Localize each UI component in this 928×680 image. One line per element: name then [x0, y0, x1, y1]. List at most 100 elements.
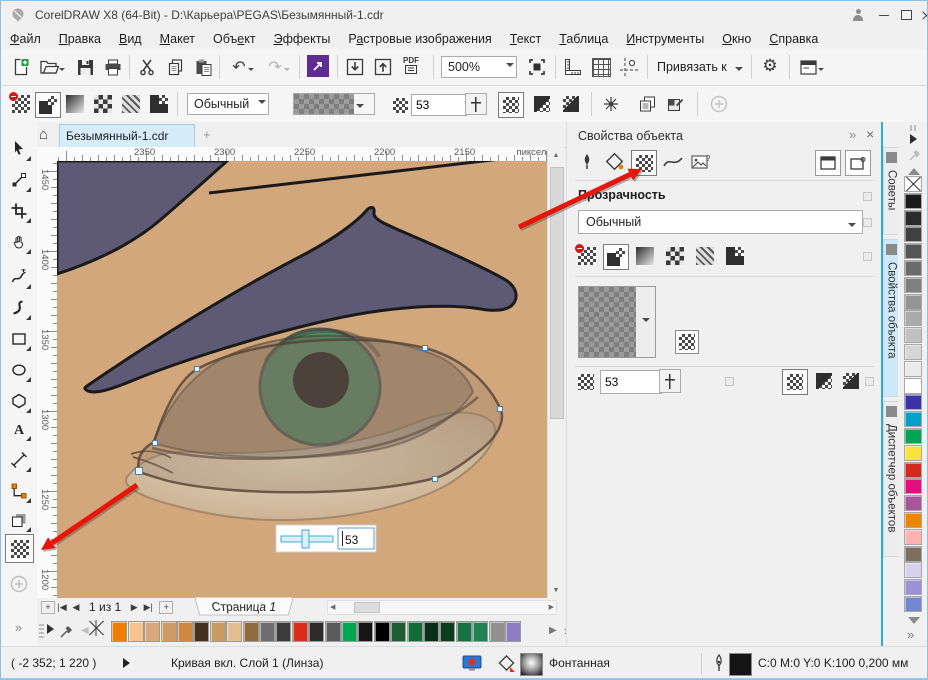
prev-page-button[interactable]: ◀ — [69, 600, 83, 614]
color-swatch[interactable] — [243, 621, 259, 642]
show-guidelines-button[interactable] — [617, 55, 641, 79]
print-button[interactable] — [101, 55, 125, 79]
menu-5[interactable]: Объект — [204, 29, 265, 49]
swatch-no-color[interactable] — [95, 620, 97, 636]
docker-transparency-value-input[interactable] — [600, 370, 662, 394]
slider-handle[interactable] — [302, 530, 309, 548]
first-page-button[interactable]: |◀ — [55, 600, 69, 614]
docker-picker-dropdown[interactable] — [636, 287, 655, 357]
pin-indicator[interactable] — [863, 192, 872, 201]
open-button[interactable] — [37, 55, 61, 79]
color-swatch[interactable] — [904, 394, 922, 410]
artistic-media-tool[interactable] — [5, 294, 32, 321]
page-tab[interactable]: Страница 1 — [194, 598, 293, 616]
color-swatch[interactable] — [407, 621, 423, 642]
color-swatch[interactable] — [193, 621, 209, 642]
selection-node[interactable] — [498, 407, 503, 412]
color-proof-icon[interactable] — [462, 655, 482, 672]
add-page-end-button[interactable]: + — [159, 601, 173, 614]
palette-flyout-arrow[interactable] — [47, 624, 59, 634]
drop-shadow-tool[interactable] — [5, 506, 32, 533]
zoom-dropdown-icon[interactable] — [506, 59, 514, 74]
maximize-button[interactable] — [895, 5, 917, 25]
color-swatch[interactable] — [259, 621, 275, 642]
selection-start-node[interactable] — [136, 468, 143, 475]
docker-no-transparency-button[interactable] — [575, 244, 599, 268]
selection-node[interactable] — [195, 367, 200, 372]
add-property-button[interactable] — [707, 92, 731, 116]
ruler-origin-box[interactable] — [37, 147, 58, 162]
color-swatch[interactable] — [904, 294, 922, 310]
add-tool-button[interactable] — [5, 570, 32, 597]
selection-node[interactable] — [153, 441, 158, 446]
color-swatch[interactable] — [904, 546, 922, 562]
color-swatch[interactable] — [904, 243, 922, 259]
color-swatch[interactable] — [904, 210, 922, 226]
menu-2[interactable]: Правка — [50, 29, 110, 49]
color-swatch[interactable] — [505, 621, 521, 642]
rectangle-tool[interactable] — [5, 325, 32, 352]
scroll-mode-button[interactable] — [815, 150, 841, 176]
pin-indicator[interactable] — [863, 252, 872, 261]
color-swatch[interactable] — [226, 621, 242, 642]
fill-swatch[interactable] — [520, 653, 543, 676]
save-button[interactable] — [73, 55, 97, 79]
connector-tool[interactable] — [5, 477, 32, 504]
crop-tool[interactable] — [5, 197, 32, 224]
palette-expand[interactable]: » — [907, 627, 914, 642]
transparency-section-tab[interactable] — [631, 150, 657, 176]
color-swatch[interactable] — [439, 621, 455, 642]
docker-merge-mode-combo[interactable]: Обычный — [578, 210, 863, 234]
pin-indicator[interactable] — [863, 218, 872, 227]
scroll-up-button[interactable]: ▲ — [548, 147, 564, 163]
color-swatch[interactable] — [904, 378, 922, 394]
status-flyout-arrow[interactable] — [123, 658, 135, 668]
home-tab-button[interactable]: ⌂ — [39, 126, 48, 143]
snap-to-dropdown[interactable] — [735, 63, 743, 78]
selection-node[interactable] — [433, 477, 438, 482]
menu-7[interactable]: Растровые изображения — [339, 29, 500, 49]
transparency-picker-dropdown[interactable] — [356, 100, 364, 115]
color-swatch[interactable] — [904, 327, 922, 343]
color-swatch[interactable] — [904, 260, 922, 276]
menu-12[interactable]: Справка — [760, 29, 827, 49]
new-document-button[interactable] — [9, 55, 33, 79]
color-swatch[interactable] — [904, 344, 922, 360]
menu-9[interactable]: Таблица — [550, 29, 617, 49]
account-button[interactable] — [847, 5, 869, 25]
text-tool[interactable]: А — [5, 415, 32, 442]
toolbar-customize-button[interactable] — [796, 55, 820, 79]
transparency-tool[interactable] — [5, 534, 34, 563]
color-swatch[interactable] — [210, 621, 226, 642]
app-launcher-button[interactable] — [307, 55, 329, 77]
color-swatch[interactable] — [390, 621, 406, 642]
scroll-right-icon[interactable]: ▶ — [549, 603, 554, 611]
docker-collapse-button[interactable]: » — [849, 127, 856, 142]
color-swatch[interactable] — [161, 621, 177, 642]
vertical-scroll-thumb[interactable] — [550, 167, 564, 419]
import-button[interactable] — [343, 55, 367, 79]
fill-status-icon[interactable] — [498, 655, 516, 672]
menu-4[interactable]: Макет — [151, 29, 204, 49]
menu-11[interactable]: Окно — [713, 29, 760, 49]
docker-vector-transparency-button[interactable] — [723, 244, 747, 268]
color-swatch[interactable] — [374, 621, 390, 642]
docker-uniform-transparency-button[interactable] — [603, 244, 629, 270]
color-swatch[interactable] — [275, 621, 291, 642]
redo-dropdown[interactable] — [284, 63, 290, 77]
docker-transparency-swatch-button[interactable] — [675, 330, 699, 354]
color-swatch[interactable] — [357, 621, 373, 642]
summary-section-tab[interactable]: ? — [689, 150, 713, 174]
vertical-scrollbar[interactable]: ▲ ▼ — [547, 147, 564, 598]
pin-indicator[interactable] — [725, 377, 734, 386]
transparency-target-fill-button[interactable] — [530, 92, 554, 116]
undo-dropdown[interactable] — [248, 63, 254, 77]
close-button[interactable] — [917, 5, 928, 25]
docker-transparency-picker[interactable] — [578, 286, 656, 358]
export-button[interactable] — [371, 55, 395, 79]
shape-tool[interactable] — [5, 166, 32, 193]
color-swatch[interactable] — [904, 579, 922, 595]
color-swatch[interactable] — [904, 529, 922, 545]
snap-to-button[interactable]: Привязать к — [657, 60, 727, 74]
fill-section-tab[interactable] — [603, 150, 627, 174]
